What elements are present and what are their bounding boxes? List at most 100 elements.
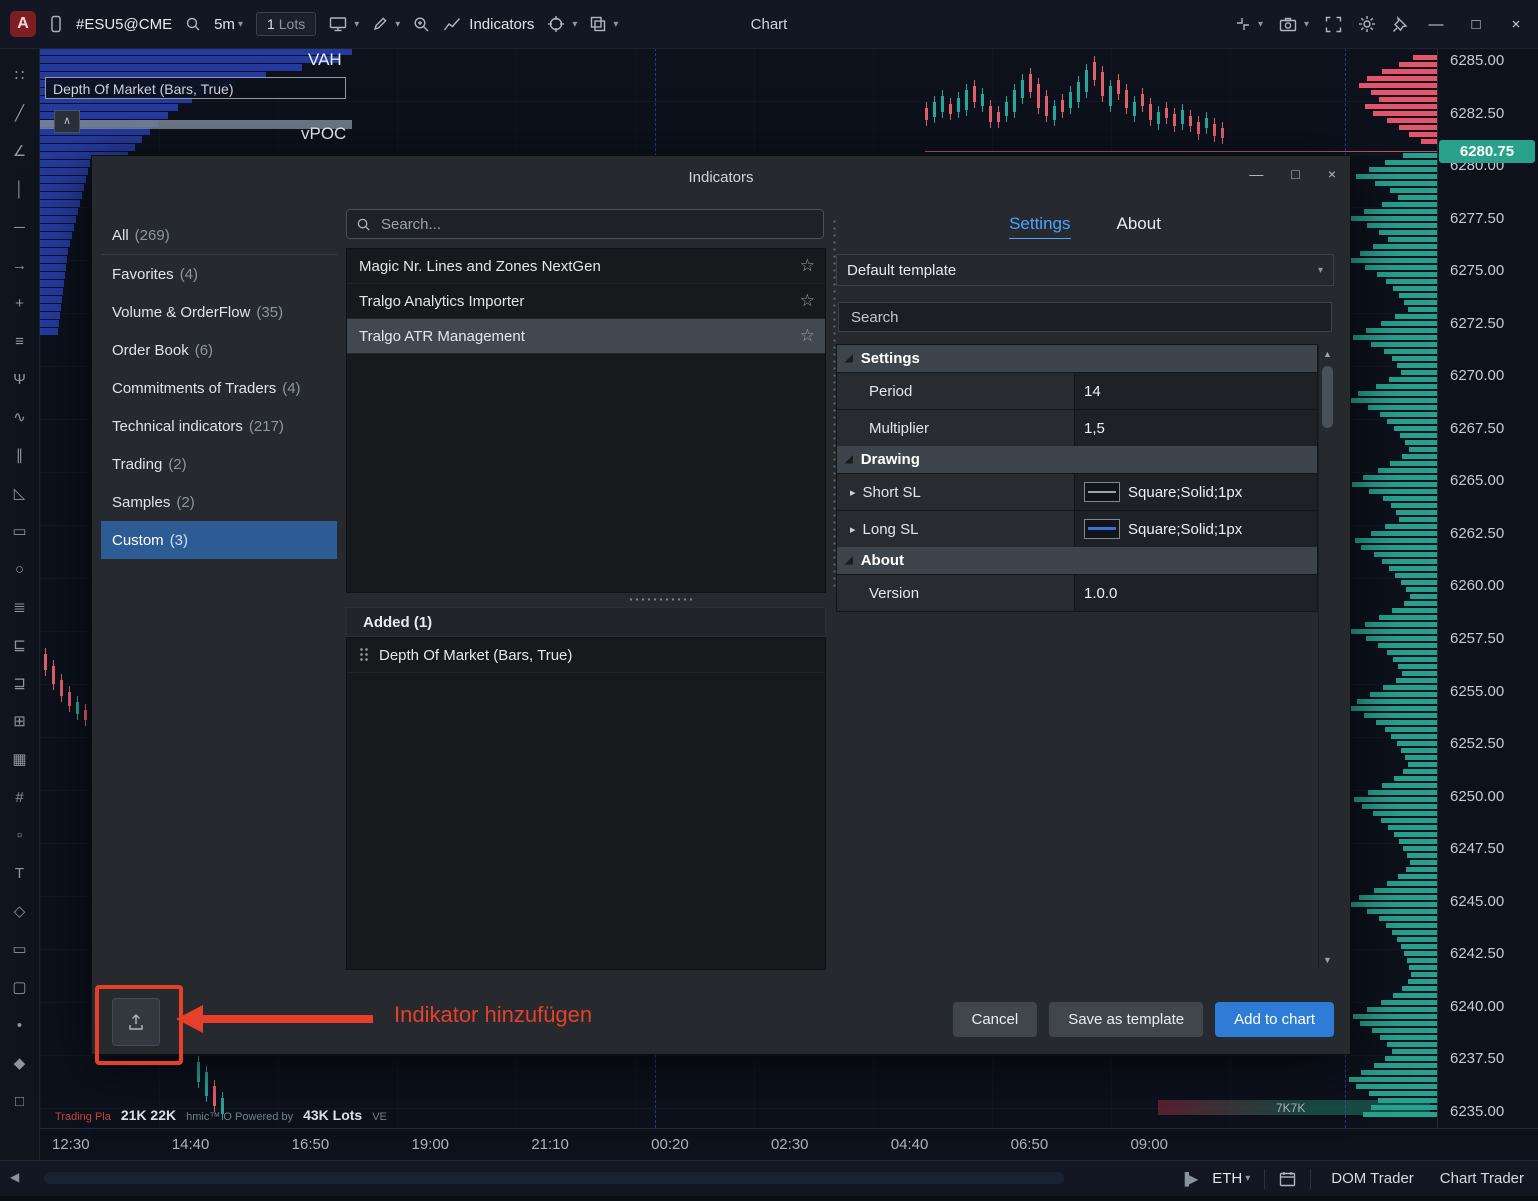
app-logo-icon[interactable]: A [10,11,36,37]
pattern-tool-icon[interactable]: ∷ [5,56,35,94]
templates-button[interactable]: ▾ [590,16,618,32]
indicator-list-item[interactable]: Tralgo ATR Management ☆ [347,319,825,354]
indicators-button[interactable]: Indicators [443,16,534,33]
fullscreen-button[interactable] [1325,16,1342,33]
lots-selector[interactable]: 1 Lots [255,12,317,36]
calendar-icon[interactable] [1279,1171,1296,1187]
dotted-region-icon[interactable]: ▫ [5,816,35,854]
setting-label[interactable]: ▸ Long SL [837,511,1075,547]
settings-scrollbar[interactable]: ▲ ▼ [1318,346,1336,968]
vertical-line-icon[interactable]: │ [5,170,35,208]
settings-gear-icon[interactable] [1358,15,1376,33]
window-minimize-button[interactable]: — [1424,16,1448,33]
levels-tool-icon[interactable]: ≡ [5,322,35,360]
square-marker-icon[interactable]: □ [5,1082,35,1120]
dom-trader-button[interactable]: DOM Trader [1325,1170,1420,1187]
rectangle-tool-icon[interactable]: ▭ [5,512,35,550]
screenshot-button[interactable]: ▾ [1279,17,1309,32]
setting-value[interactable]: Square;Solid;1px [1075,511,1317,547]
pitchfork-icon[interactable]: Ψ [5,360,35,398]
dialog-minimize-button[interactable]: — [1249,166,1263,182]
setting-value[interactable]: Square;Solid;1px [1075,474,1317,510]
scroll-down-icon[interactable]: ▼ [1319,955,1336,965]
expander-icon[interactable]: ▸ [850,486,856,499]
pin-icon[interactable] [1392,15,1408,33]
scroll-left-icon[interactable]: ◀ [10,1170,19,1184]
category-item[interactable]: All (269) [101,216,337,255]
ruler-icon[interactable]: # [5,778,35,816]
dom-indicator-label[interactable]: Depth Of Market (Bars, True) [45,77,346,99]
profile-tool-icon[interactable]: ≣ [5,588,35,626]
horizontal-splitter-handle[interactable] [628,597,692,602]
timeframe-selector[interactable]: 5m ▾ [214,16,243,33]
settings-search-input[interactable] [849,307,1321,327]
histogram-right-icon[interactable]: ⊒ [5,664,35,702]
category-item[interactable]: Order Book (6) [101,331,337,369]
favorite-star-icon[interactable]: ☆ [800,326,815,346]
go-to-end-icon[interactable]: ▐▶ [1181,1172,1199,1186]
histogram-left-icon[interactable]: ⊑ [5,626,35,664]
symbol-name[interactable]: #ESU5@CME [76,16,172,33]
drag-handle-icon[interactable] [359,647,369,663]
added-indicator-item[interactable]: Depth Of Market (Bars, True) [347,638,825,673]
arrow-tool-icon[interactable]: → [5,246,35,284]
scrollbar-thumb[interactable] [1322,366,1333,428]
setting-value[interactable]: 1,5 [1075,410,1317,446]
layout-monitor-button[interactable]: ▾ [329,16,359,33]
price-label-icon[interactable]: ◇ [5,892,35,930]
zoom-in-button[interactable] [413,16,430,33]
text-tool-icon[interactable]: T [5,854,35,892]
dialog-close-button[interactable]: × [1328,166,1336,182]
category-item[interactable]: Technical indicators (217) [101,407,337,445]
time-axis[interactable]: 12:30 14:40 16:50 19:00 21:10 00:20 02:30 04:40… [40,1128,1180,1160]
template-dropdown[interactable]: Default template ▾ [836,254,1334,286]
category-item[interactable]: Samples (2) [101,483,337,521]
session-selector[interactable]: ETH ▾ [1212,1170,1250,1187]
trend-line-icon[interactable]: ╱ [5,94,35,132]
category-item[interactable]: Volume & OrderFlow (35) [101,293,337,331]
ellipse-tool-icon[interactable]: ○ [5,550,35,588]
channel-tool-icon[interactable]: ∥ [5,436,35,474]
favorite-star-icon[interactable]: ☆ [800,291,815,311]
window-maximize-button[interactable]: □ [1464,16,1488,33]
horizontal-scrollbar[interactable] [44,1172,1064,1184]
indicator-list-item[interactable]: Tralgo Analytics Importer ☆ [347,284,825,319]
wave-tool-icon[interactable]: ∿ [5,398,35,436]
marker-icon[interactable]: ▢ [5,968,35,1006]
setting-value[interactable]: 14 [1075,373,1317,409]
angle-tool-icon[interactable]: ∠ [5,132,35,170]
favorite-star-icon[interactable]: ☆ [800,256,815,276]
tab-about[interactable]: About [1117,214,1161,239]
triangle-tool-icon[interactable]: ◺ [5,474,35,512]
chart-trader-button[interactable]: Chart Trader [1434,1170,1530,1187]
drawing-tools-button[interactable]: ▾ [372,16,400,32]
category-item[interactable]: Favorites (4) [101,255,337,293]
scroll-up-icon[interactable]: ▲ [1319,349,1336,359]
cross-tool-icon[interactable]: + [5,284,35,322]
group-row-settings[interactable]: ◢ Settings [837,345,1317,372]
footprint-icon[interactable]: ▦ [5,740,35,778]
collapse-panels-button[interactable]: ▾ [1235,16,1263,32]
dialog-maximize-button[interactable]: □ [1291,166,1299,182]
crosshair-button[interactable]: ▾ [547,15,577,33]
group-row-about[interactable]: ◢ About [837,547,1317,574]
window-close-button[interactable]: × [1504,16,1528,33]
collapse-chip-button[interactable]: ∧ [54,110,80,133]
indicator-list-item[interactable]: Magic Nr. Lines and Zones NextGen ☆ [347,249,825,284]
save-as-template-button[interactable]: Save as template [1049,1002,1204,1037]
setting-label[interactable]: ▸ Short SL [837,474,1075,510]
cancel-button[interactable]: Cancel [952,1002,1038,1037]
expander-icon[interactable]: ▸ [850,523,856,536]
add-to-chart-button[interactable]: Add to chart [1215,1002,1334,1037]
horizontal-line-icon[interactable]: ─ [5,208,35,246]
category-item[interactable]: Custom (3) [101,521,337,559]
bars-pattern-icon[interactable]: ⊞ [5,702,35,740]
category-item[interactable]: Commitments of Traders (4) [101,369,337,407]
category-item[interactable]: Trading (2) [101,445,337,483]
symbol-search-icon[interactable] [185,16,201,32]
price-axis[interactable]: 6285.00 6282.50 6280.00 6277.50 6275.00 6272.… [1437,48,1538,1128]
diamond-marker-icon[interactable]: ◆ [5,1044,35,1082]
indicator-search-input[interactable] [379,214,814,234]
group-row-drawing[interactable]: ◢ Drawing [837,446,1317,473]
dot-marker-icon[interactable]: • [5,1006,35,1044]
